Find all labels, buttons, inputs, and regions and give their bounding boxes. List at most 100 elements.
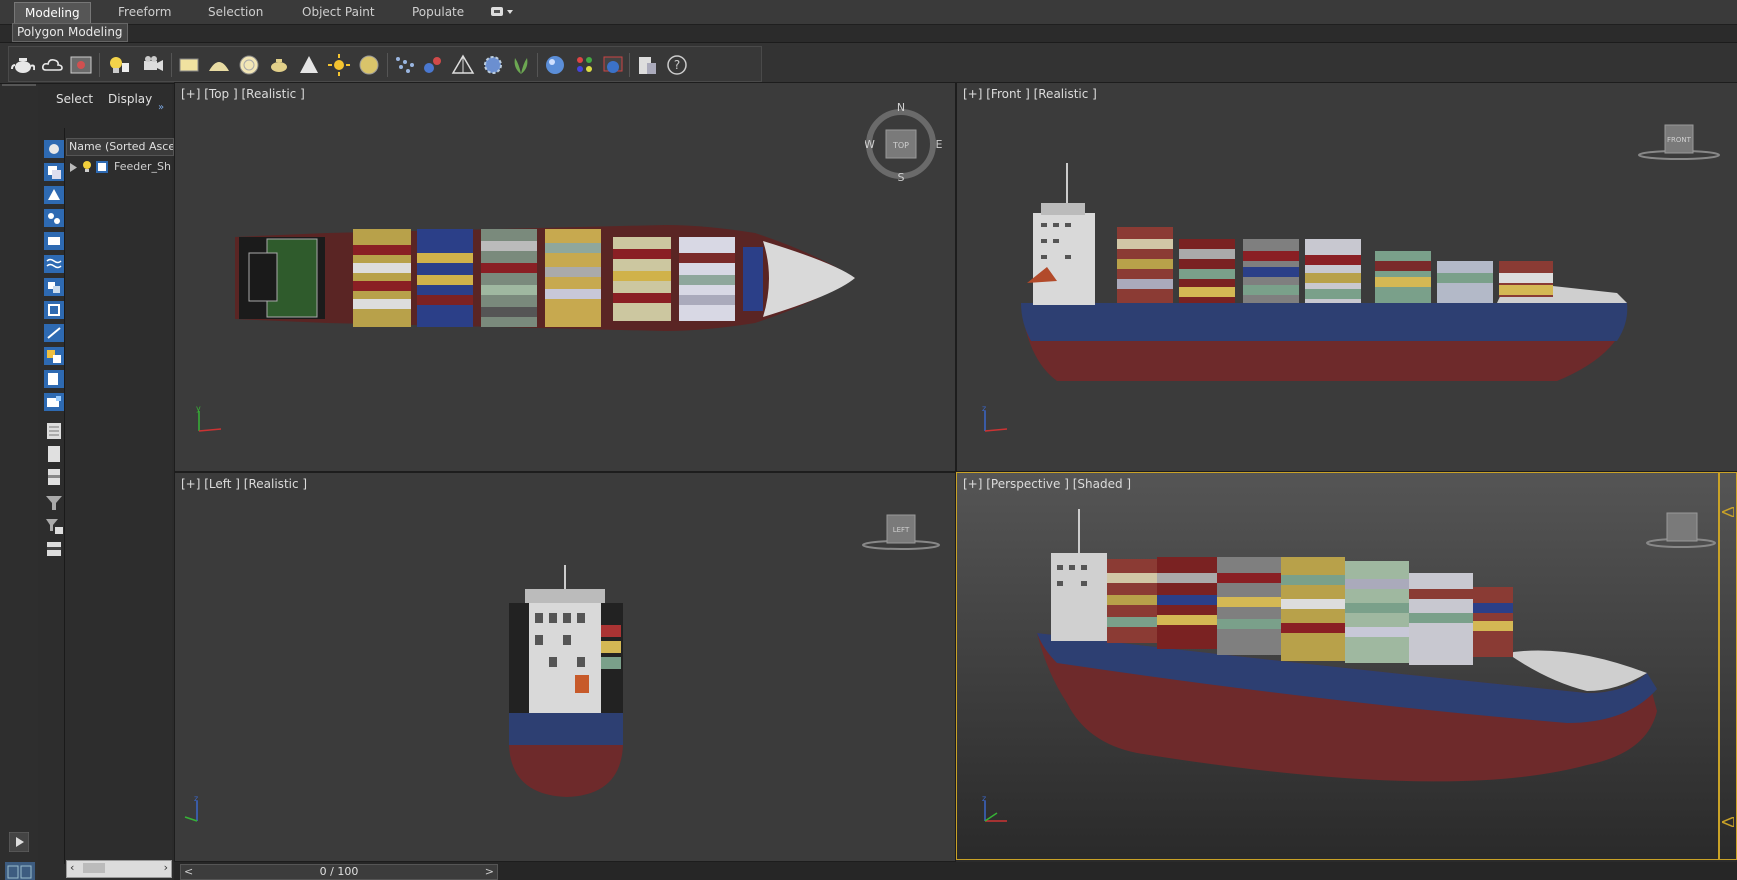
cameras-filter-icon[interactable] — [44, 255, 64, 273]
toolbar-separator — [387, 53, 388, 77]
slider-arrow-icon[interactable] — [1722, 817, 1734, 827]
viewport-label[interactable]: [+] [Top ] [Realistic ] — [181, 87, 305, 101]
viewport-perspective[interactable]: [+] [Perspective ] [Shaded ] z — [956, 472, 1737, 860]
toolbar-group: ? — [8, 46, 762, 82]
spacewarps-filter-icon[interactable] — [44, 301, 64, 319]
viewcube-face: FRONT — [1667, 136, 1692, 144]
shapes-filter-icon[interactable] — [44, 209, 64, 227]
viewport-label[interactable]: [+] [Perspective ] [Shaded ] — [963, 477, 1131, 491]
geometry-filter-icon[interactable] — [44, 186, 64, 204]
play-icon[interactable] — [9, 832, 29, 852]
viewcube-compass[interactable]: TOP N S E W — [865, 101, 943, 181]
toolbar-separator — [537, 53, 538, 77]
scroll-left-icon[interactable]: ‹ — [70, 861, 74, 874]
explorer-horizontal-scrollbar[interactable]: ‹ › — [66, 860, 172, 878]
ship-front-view[interactable] — [1017, 163, 1637, 472]
object-icon — [96, 161, 108, 173]
explorer-menu-display[interactable]: Display — [108, 92, 152, 106]
display-none-icon[interactable] — [44, 140, 64, 158]
teapot-icon[interactable] — [11, 54, 35, 76]
material-sphere-icon[interactable] — [543, 54, 567, 76]
explorer-config-icon[interactable] — [44, 540, 64, 558]
explorer-divider — [64, 128, 65, 864]
containers-filter-icon[interactable] — [44, 393, 64, 411]
strip-top-line — [2, 84, 36, 86]
left-command-strip — [0, 84, 39, 880]
explorer-column-header[interactable]: Name (Sorted Ascending) — [66, 138, 174, 156]
expand-icon[interactable]: » — [158, 102, 164, 113]
render-frame-icon[interactable] — [69, 54, 93, 76]
compass-e: E — [936, 138, 943, 151]
ship-perspective-view[interactable] — [1027, 503, 1667, 833]
list-view-icon[interactable] — [44, 422, 64, 440]
tab-modeling[interactable]: Modeling — [14, 2, 91, 23]
tab-freeform[interactable]: Freeform — [108, 2, 181, 22]
viewport-label[interactable]: [+] [Front ] [Realistic ] — [963, 87, 1097, 101]
bones-filter-icon[interactable] — [44, 324, 64, 342]
axis-y-label: y — [196, 404, 201, 413]
explorer-row[interactable]: Feeder_Ship — [66, 158, 172, 176]
help-icon[interactable]: ? — [665, 54, 689, 76]
scene-explorer: Select Display » Name (Sorted Ascending)… — [38, 84, 174, 880]
scroll-thumb[interactable] — [83, 863, 105, 873]
helpers-filter-icon[interactable] — [44, 278, 64, 296]
ribbon-dropdown-icon — [491, 7, 513, 16]
ribbon-options-dropdown[interactable] — [490, 6, 516, 18]
viewcube[interactable]: FRONT — [1637, 121, 1721, 163]
compass-n: N — [897, 101, 905, 114]
layers-icon[interactable] — [44, 468, 64, 486]
timeline-bar: < 0 / 100 > — [174, 862, 1737, 880]
tetra-icon[interactable] — [451, 54, 475, 76]
axis-gizmo: y — [196, 404, 222, 432]
sphere-icon[interactable] — [237, 54, 261, 76]
light-icon[interactable] — [107, 54, 131, 76]
groups-filter-icon[interactable] — [44, 347, 64, 365]
ship-left-view[interactable] — [505, 565, 629, 797]
viewcube[interactable]: LEFT — [859, 511, 943, 553]
viewport-top[interactable]: [+] [Top ] [Realistic ] TOP N S E W y — [174, 82, 956, 472]
cone-icon[interactable] — [297, 54, 321, 76]
tab-populate[interactable]: Populate — [402, 2, 474, 22]
disc-icon[interactable] — [357, 54, 381, 76]
compass-s: S — [898, 171, 905, 181]
filter-settings-icon[interactable] — [44, 517, 64, 535]
svg-text:?: ? — [674, 58, 680, 72]
viewport-left[interactable]: [+] [Left ] [Realistic ] LEFT z — [174, 472, 956, 862]
xrefs-filter-icon[interactable] — [44, 370, 64, 388]
tab-selection[interactable]: Selection — [198, 2, 273, 22]
time-slider-frame: 0 / 100 — [319, 865, 359, 878]
time-slider[interactable]: < 0 / 100 > — [180, 864, 498, 880]
lightbulb-icon[interactable] — [82, 160, 92, 174]
camera-icon[interactable] — [141, 54, 165, 76]
tab-object-paint[interactable]: Object Paint — [292, 2, 385, 22]
material-palette-icon[interactable] — [573, 54, 597, 76]
gear-sphere-icon[interactable] — [481, 54, 505, 76]
explorer-menu-select[interactable]: Select — [56, 92, 93, 106]
ship-top-view[interactable] — [235, 223, 875, 333]
plane-icon[interactable] — [177, 54, 201, 76]
viewport-label[interactable]: [+] [Left ] [Realistic ] — [181, 477, 307, 491]
ribbon-panel-polygon-modeling[interactable]: Polygon Modeling — [12, 23, 128, 42]
cloud-icon[interactable] — [41, 54, 65, 76]
toolbar-separator — [99, 53, 100, 77]
viewport-front[interactable]: [+] [Front ] [Realistic ] FRONT z — [956, 82, 1737, 472]
display-all-icon[interactable] — [44, 163, 64, 181]
page-icon[interactable] — [44, 445, 64, 463]
time-next-icon[interactable]: > — [485, 865, 494, 879]
molecule-icon[interactable] — [421, 54, 445, 76]
teapot-small-icon[interactable] — [267, 54, 291, 76]
filter-icon[interactable] — [44, 494, 64, 512]
particles-icon[interactable] — [393, 54, 417, 76]
plant-icon[interactable] — [509, 54, 533, 76]
scroll-right-icon[interactable]: › — [164, 861, 168, 874]
lights-filter-icon[interactable] — [44, 232, 64, 250]
slider-arrow-icon[interactable] — [1722, 507, 1734, 517]
render-setup-icon[interactable] — [601, 54, 625, 76]
dome-icon[interactable] — [207, 54, 231, 76]
layout-icon[interactable] — [5, 862, 35, 880]
sun-icon[interactable] — [327, 54, 351, 76]
compass-w: W — [865, 138, 875, 151]
expand-arrow-icon[interactable] — [70, 163, 78, 172]
ribbon-tab-bar: Modeling Freeform Selection Object Paint… — [0, 0, 1737, 25]
clipboard-icon[interactable] — [635, 54, 659, 76]
